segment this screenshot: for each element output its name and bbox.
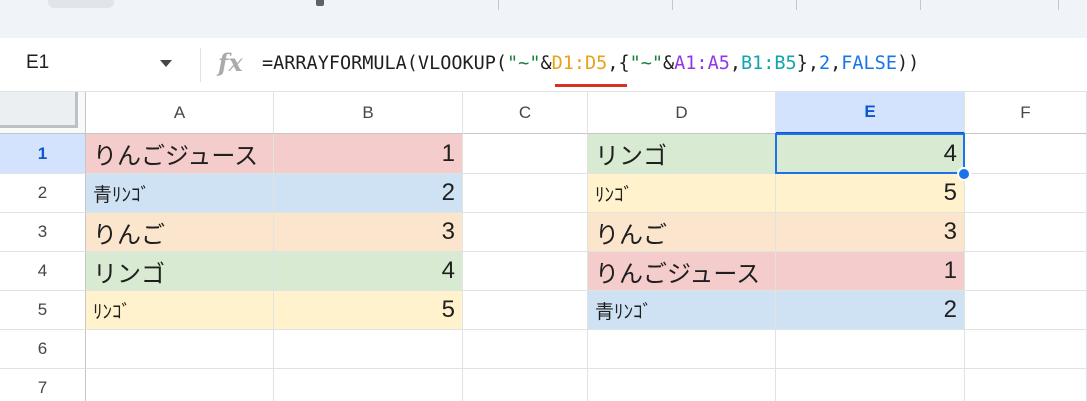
- cell-c5[interactable]: [463, 291, 588, 330]
- formula-token: =ARRAYFORMULA(VLOOKUP(: [262, 53, 508, 74]
- cell-e2[interactable]: 5: [776, 174, 965, 213]
- toolbar-divider: [1058, 0, 1059, 10]
- row-header-3[interactable]: 3: [0, 213, 86, 252]
- row-header-2[interactable]: 2: [0, 174, 86, 213]
- formula-token: FALSE: [841, 53, 897, 74]
- cell-c7[interactable]: [463, 369, 588, 401]
- row-header-6[interactable]: 6: [0, 330, 86, 369]
- cell-e7[interactable]: [776, 369, 965, 401]
- column-header-b[interactable]: B: [274, 92, 463, 134]
- cell-f5[interactable]: [965, 291, 1087, 330]
- formula-token: "~": [629, 53, 664, 74]
- formula-token: B1:B5: [741, 53, 797, 74]
- formula-token: &: [663, 53, 675, 74]
- fill-handle[interactable]: [957, 167, 971, 181]
- cell-d4[interactable]: りんごジュース: [588, 252, 776, 291]
- cell-f6[interactable]: [965, 330, 1087, 369]
- row-header-1[interactable]: 1: [0, 134, 86, 174]
- cell-a2[interactable]: 青ﾘﾝｺﾞ: [86, 174, 274, 213]
- cell-e3[interactable]: 3: [776, 213, 965, 252]
- cell-e4[interactable]: 1: [776, 252, 965, 291]
- formula-token: ,: [729, 53, 741, 74]
- cell-e1[interactable]: 4: [776, 134, 965, 174]
- cell-b1[interactable]: 1: [274, 134, 463, 174]
- formula-token: ,{: [607, 53, 630, 74]
- cell-f3[interactable]: [965, 213, 1087, 252]
- row-header-4[interactable]: 4: [0, 252, 86, 291]
- column-header-f[interactable]: F: [965, 92, 1087, 134]
- cell-a3[interactable]: りんご: [86, 213, 274, 252]
- cell-c6[interactable]: [463, 330, 588, 369]
- formula-bar: E1 fx =ARRAYFORMULA(VLOOKUP("~"&D1:D5,{"…: [0, 38, 1087, 92]
- toolbar-divider: [796, 0, 797, 10]
- cell-b7[interactable]: [274, 369, 463, 401]
- fx-icon: fx: [218, 48, 243, 77]
- cell-a1[interactable]: りんごジュース: [86, 134, 274, 174]
- formula-token: ,: [830, 53, 842, 74]
- column-header-e[interactable]: E: [776, 92, 965, 134]
- cell-c1[interactable]: [463, 134, 588, 174]
- formula-token: &: [540, 53, 552, 74]
- cell-d6[interactable]: [588, 330, 776, 369]
- cell-b2[interactable]: 2: [274, 174, 463, 213]
- formula-token: A1:A5: [674, 53, 730, 74]
- column-header-c[interactable]: C: [463, 92, 588, 134]
- select-all-corner[interactable]: [0, 92, 86, 134]
- formula-input[interactable]: =ARRAYFORMULA(VLOOKUP("~"&D1:D5,{"~"&A1:…: [262, 53, 919, 74]
- cell-d3[interactable]: りんご: [588, 213, 776, 252]
- cell-c3[interactable]: [463, 213, 588, 252]
- row-header-5[interactable]: 5: [0, 291, 86, 330]
- formula-token: "~": [507, 53, 541, 74]
- cell-a5[interactable]: ﾘﾝｺﾞ: [86, 291, 274, 330]
- cell-f1[interactable]: [965, 134, 1087, 174]
- formula-token: },: [796, 53, 819, 74]
- formula-bar-divider: [200, 48, 201, 82]
- cell-d7[interactable]: [588, 369, 776, 401]
- column-header-a[interactable]: A: [86, 92, 274, 134]
- cell-d2[interactable]: ﾘﾝｺﾞ: [588, 174, 776, 213]
- name-box[interactable]: E1: [26, 52, 49, 74]
- cell-c2[interactable]: [463, 174, 588, 213]
- toolbar-icon[interactable]: [316, 0, 324, 6]
- formula-token: D1:D5: [551, 53, 608, 74]
- cell-d1[interactable]: リンゴ: [588, 134, 776, 174]
- cell-c4[interactable]: [463, 252, 588, 291]
- toolbar-strip: [0, 0, 1087, 38]
- cell-a7[interactable]: [86, 369, 274, 401]
- formula-token: )): [896, 53, 920, 74]
- cell-e6[interactable]: [776, 330, 965, 369]
- cell-f2[interactable]: [965, 174, 1087, 213]
- cell-f4[interactable]: [965, 252, 1087, 291]
- chevron-down-icon[interactable]: [160, 60, 172, 67]
- toolbar-divider: [672, 0, 673, 10]
- row-header-7[interactable]: 7: [0, 369, 86, 401]
- cell-a6[interactable]: [86, 330, 274, 369]
- cell-b3[interactable]: 3: [274, 213, 463, 252]
- cell-a4[interactable]: リンゴ: [86, 252, 274, 291]
- cell-b4[interactable]: 4: [274, 252, 463, 291]
- toolbar-divider: [920, 0, 921, 10]
- cell-b5[interactable]: 5: [274, 291, 463, 330]
- toolbar-divider: [498, 0, 499, 10]
- cell-d5[interactable]: 青ﾘﾝｺﾞ: [588, 291, 776, 330]
- formula-error-underline: [555, 84, 627, 87]
- cell-f7[interactable]: [965, 369, 1087, 401]
- cell-e5[interactable]: 2: [776, 291, 965, 330]
- cell-b6[interactable]: [274, 330, 463, 369]
- toolbar-tab-chip[interactable]: [48, 0, 114, 8]
- column-header-d[interactable]: D: [588, 92, 776, 134]
- formula-token: 2: [818, 53, 831, 74]
